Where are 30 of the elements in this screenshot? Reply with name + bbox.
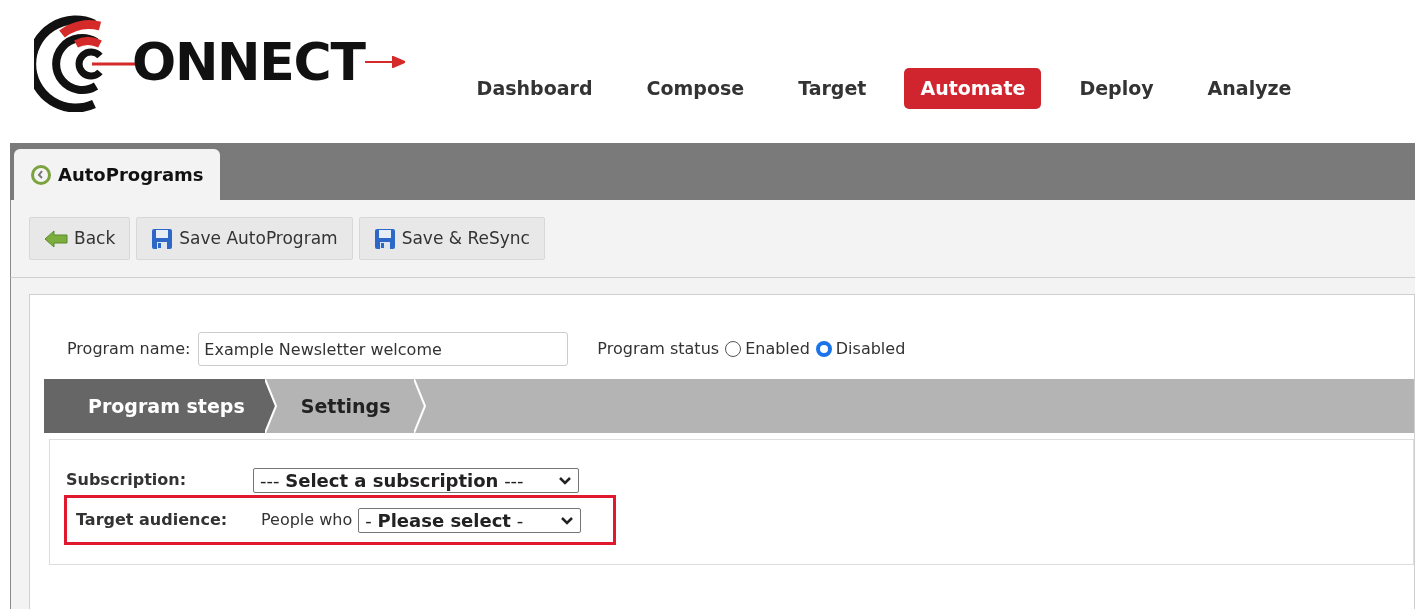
field-label: Program status bbox=[597, 338, 720, 360]
chevron-separator-icon bbox=[414, 379, 429, 433]
save-button[interactable]: Save & ReSync bbox=[358, 217, 545, 260]
nav-link[interactable]: Dashboard bbox=[460, 68, 609, 109]
field-label: Program name: bbox=[67, 338, 191, 360]
clock-icon bbox=[30, 163, 52, 186]
radio-button[interactable] bbox=[815, 341, 832, 357]
radio-label: Disabled bbox=[835, 338, 906, 360]
nav-link[interactable]: Automate bbox=[904, 68, 1042, 109]
logo-text: ONNECT bbox=[132, 36, 365, 88]
radio-label: Enabled bbox=[745, 338, 810, 360]
field-label: People who bbox=[261, 509, 353, 531]
chevron-down-icon bbox=[558, 475, 572, 485]
nav-link[interactable]: Compose bbox=[630, 68, 761, 109]
nav-link[interactable]: Analyze bbox=[1191, 68, 1308, 109]
page-tab[interactable]: AutoPrograms bbox=[14, 149, 220, 200]
nav-link[interactable]: Deploy bbox=[1063, 68, 1170, 109]
chevron-down-icon bbox=[560, 515, 575, 525]
field-label: Target audience: bbox=[76, 509, 229, 531]
save-button[interactable]: Save AutoProgram bbox=[136, 217, 353, 260]
audience-select[interactable]: - Please select - bbox=[358, 507, 582, 533]
program-name-field[interactable]: Example Newsletter welcome bbox=[198, 332, 569, 366]
subscription-select[interactable]: --- Select a subscription --- bbox=[253, 467, 579, 493]
nav-link[interactable]: Target bbox=[782, 68, 883, 109]
left-arrow-icon bbox=[44, 229, 68, 248]
chevron-separator-icon bbox=[264, 379, 279, 433]
field-label: Subscription: bbox=[66, 469, 188, 491]
back-button[interactable]: Back bbox=[29, 217, 131, 260]
radio-button[interactable] bbox=[725, 341, 742, 357]
arrow-icon bbox=[364, 56, 405, 68]
